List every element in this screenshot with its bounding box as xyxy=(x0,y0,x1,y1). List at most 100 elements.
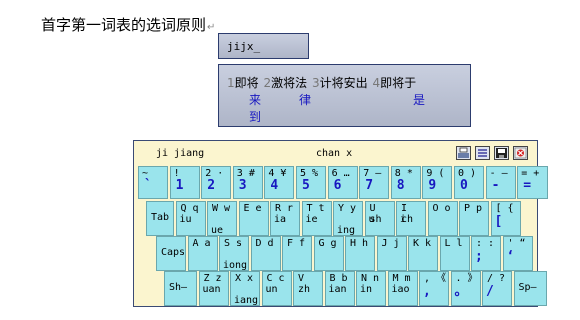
key-e[interactable]: E e xyxy=(238,201,269,236)
key-pinyin-final: i xyxy=(400,214,407,225)
key-pinyin-final: ian xyxy=(328,284,347,295)
keyboard-icon[interactable] xyxy=(456,146,471,160)
close-icon[interactable] xyxy=(513,146,528,160)
key-char-label: F f xyxy=(287,238,306,249)
key-5[interactable]: 5 % 5 xyxy=(296,166,326,199)
key-3[interactable]: 3 #3 xyxy=(232,166,263,199)
key-x[interactable]: X x iang xyxy=(230,271,260,306)
key-main-label: ` xyxy=(144,178,152,193)
key-backtick[interactable]: ~ ` xyxy=(138,166,168,199)
key-7[interactable]: 7 —7 xyxy=(359,166,390,199)
key-main-label: 7 xyxy=(365,178,374,193)
key-punct-11[interactable]: [ {[ xyxy=(490,201,521,236)
key-label: Sh— xyxy=(169,282,188,293)
key-punct-label: 。 xyxy=(454,284,468,299)
key-char-label: P p xyxy=(464,203,483,214)
key-punct-10[interactable]: : :; xyxy=(471,236,501,271)
key-char-label: : : xyxy=(476,238,495,249)
key-g[interactable]: G g xyxy=(313,236,344,271)
list-icon[interactable] xyxy=(475,146,490,160)
key-label: Sp— xyxy=(518,282,537,293)
soft-keyboard: ji jiang chan x ~ `! 1 2 · 2 3 #3 4 ¥4 5 % 5 6 … 6… xyxy=(133,140,549,307)
key-sh[interactable]: Sh— xyxy=(164,271,197,306)
key-char-label: . 》 xyxy=(455,273,478,284)
key-6[interactable]: 6 … 6 xyxy=(327,166,358,199)
key-c[interactable]: C c un xyxy=(261,271,292,306)
candidate-2[interactable]: 激将法 xyxy=(271,76,307,90)
key-char-label: / ? xyxy=(487,273,506,284)
key-char-label: [ { xyxy=(495,203,514,214)
key-punct-9[interactable]: . 》。 xyxy=(450,271,481,306)
key-0[interactable]: 0 ) 0 xyxy=(454,166,484,199)
key-main-label: 2 xyxy=(207,178,216,193)
candidate-window[interactable]: 1即将 2激将法 3计将安出 4即将于 来 律 是 到 xyxy=(218,64,471,127)
key-z[interactable]: Z z uan xyxy=(198,271,229,306)
key-main-label: 0 xyxy=(460,178,468,193)
key-char-label: N n xyxy=(361,273,380,284)
composition-window: jijx_ xyxy=(218,33,309,59)
key-w[interactable]: W w ue xyxy=(207,201,237,236)
key-i[interactable]: I ch i xyxy=(396,201,426,236)
key-punct-label: , xyxy=(423,284,431,299)
heading-text: 首字第一词表的选词原则 xyxy=(41,16,207,34)
key-punct-8[interactable]: , 《, xyxy=(419,271,449,306)
key-t[interactable]: T t ie xyxy=(301,201,332,236)
key-r[interactable]: R r ia xyxy=(270,201,300,236)
key-char-label: K k xyxy=(413,238,432,249)
key-main-label: 9 xyxy=(428,178,437,193)
key-pinyin-final: iang xyxy=(234,295,259,306)
candidate-list: 1即将 2激将法 3计将安出 4即将于 xyxy=(227,74,417,91)
key-tab[interactable]: Tab xyxy=(146,201,174,236)
key-char-label: B b xyxy=(329,273,348,284)
key-char-label: O o xyxy=(432,203,451,214)
key-punct-11[interactable]: ' “‘ xyxy=(502,236,533,271)
document-heading: 首字第一词表的选词原则↵ xyxy=(41,14,215,35)
key-p[interactable]: P p xyxy=(459,201,489,236)
key-pinyin-final: u xyxy=(368,214,375,225)
candidate-1[interactable]: 即将 xyxy=(235,76,259,90)
key-minus[interactable]: - — - xyxy=(485,166,516,199)
key-equals[interactable]: = + = xyxy=(517,166,549,199)
key-n[interactable]: N n in xyxy=(356,271,386,306)
key-v[interactable]: V zh xyxy=(293,271,323,306)
save-icon[interactable] xyxy=(494,146,509,160)
key-char-label: M m xyxy=(392,273,411,284)
key-d[interactable]: D d xyxy=(250,236,281,271)
key-8[interactable]: 8 * 8 xyxy=(390,166,421,199)
key-q[interactable]: Q q iu xyxy=(175,201,206,236)
key-h[interactable]: H h xyxy=(345,236,375,271)
key-4[interactable]: 4 ¥4 xyxy=(264,166,295,199)
key-k[interactable]: K k xyxy=(408,236,438,271)
key-a[interactable]: A a xyxy=(187,236,218,271)
key-m[interactable]: M m iao xyxy=(387,271,418,306)
key-char-label: S s xyxy=(224,238,243,249)
key-punct-label: ‘ xyxy=(506,249,515,264)
key-char-label: , 《 xyxy=(424,273,447,284)
key-main-label: 1 xyxy=(175,178,184,193)
key-o[interactable]: O o xyxy=(427,201,458,236)
candidate-4[interactable]: 即将于 xyxy=(380,76,416,90)
key-2[interactable]: 2 · 2 xyxy=(201,166,232,199)
key-char-label: E e xyxy=(243,203,262,214)
key-punct-10[interactable]: / ? / xyxy=(482,271,512,306)
key-1[interactable]: ! 1 xyxy=(169,166,200,199)
candidate-3[interactable]: 计将安出 xyxy=(320,76,368,90)
key-b[interactable]: B b ian xyxy=(324,271,355,306)
continuation-4: 到 xyxy=(249,110,262,124)
key-l[interactable]: L l xyxy=(439,236,470,271)
key-y[interactable]: Y y ing xyxy=(333,201,363,236)
key-sp[interactable]: Sp— xyxy=(513,271,547,306)
key-char-label: Z z xyxy=(203,273,222,284)
key-caps[interactable]: Caps xyxy=(156,236,186,271)
key-pinyin-final: iao xyxy=(391,284,410,295)
key-9[interactable]: 9 (9 xyxy=(422,166,453,199)
key-main-label: 3 xyxy=(238,178,247,193)
key-j[interactable]: J j xyxy=(376,236,407,271)
continuation-2: 律 xyxy=(299,93,312,107)
key-u[interactable]: U sh u xyxy=(364,201,395,236)
key-s[interactable]: S s iong xyxy=(219,236,249,271)
key-label: Tab xyxy=(151,212,170,223)
key-pinyin-final: in xyxy=(360,284,373,295)
key-f[interactable]: F f xyxy=(282,236,312,271)
key-char-label: Y y xyxy=(338,203,357,214)
